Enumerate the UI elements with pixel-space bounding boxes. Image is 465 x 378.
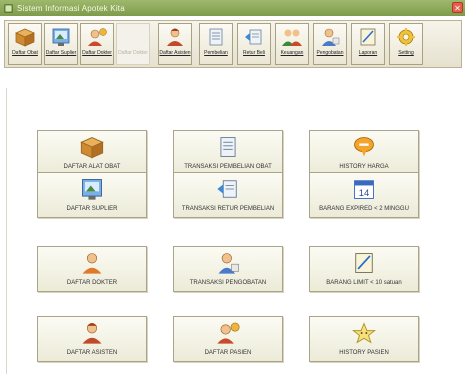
toolbar-daftar-suplier-button[interactable]: Daftar Suplier (44, 23, 78, 65)
toolbar-retur-beli-button[interactable]: Retur Beli (237, 23, 271, 65)
content-divider (6, 88, 7, 374)
tile-label: HISTORY HARGA (339, 164, 389, 170)
assistant-icon (82, 322, 102, 344)
toolbar-label: Setting (398, 50, 414, 56)
tile-daftar-alat-obat[interactable]: DAFTAR ALAT OBAT (37, 130, 147, 176)
toolbar-label: Daftar Dokter (118, 50, 148, 56)
toolbar-daftar-obat-button[interactable]: Daftar Obat (8, 23, 42, 65)
tile-label: HISTORY PASIEN (339, 350, 389, 356)
close-icon: ✕ (454, 4, 461, 13)
patient-icon (217, 322, 240, 344)
tile-label: DAFTAR DOKTER (66, 280, 118, 286)
tile-label: BARANG EXPIRED < 2 MINGGU (319, 206, 409, 212)
doctor-icon (82, 253, 102, 274)
toolbar: Daftar Obat Daftar Suplier Daftar Dokter (4, 20, 462, 68)
tile-label: TRANSAKSI PENGOBATAN (189, 280, 267, 286)
supplier-icon (82, 179, 102, 200)
toolbar-label: Keuangan (280, 50, 304, 56)
tile-label: TRANSAKSI PEMBELIAN OBAT (184, 164, 272, 170)
treatment-icon (218, 253, 239, 274)
toolbar-label: Laporan (358, 50, 378, 56)
tile-daftar-dokter[interactable]: DAFTAR DOKTER (37, 246, 147, 292)
app-window: Sistem Informasi Apotek Kita ✕ Daftar Ob… (0, 0, 465, 378)
tile-history-harga[interactable]: HISTORY HARGA (309, 130, 419, 176)
assistant-icon (167, 28, 183, 46)
tile-transaksi-pembelian-obat[interactable]: TRANSAKSI PEMBELIAN OBAT (173, 130, 283, 176)
medicine-box-icon (80, 137, 104, 159)
tile-transaksi-pengobatan[interactable]: TRANSAKSI PENGOBATAN (173, 246, 283, 292)
tile-label: DAFTAR SUPLIER (66, 206, 118, 212)
gear-icon (397, 28, 415, 46)
return-icon (217, 180, 237, 198)
tile-daftar-suplier[interactable]: DAFTAR SUPLIER (37, 172, 147, 218)
toolbar-pembelian-button[interactable]: Pembelian (199, 23, 233, 65)
toolbar-label: Pembelian (204, 50, 228, 56)
patient-history-icon (351, 322, 377, 344)
tile-label: BARANG LIMIT < 10 satuan (326, 280, 402, 286)
tile-label: DAFTAR ASISTEN (66, 350, 118, 356)
tile-history-pasien[interactable]: HISTORY PASIEN (309, 316, 419, 362)
medicine-box-icon (15, 28, 35, 47)
report-icon (360, 28, 376, 46)
toolbar-laporan-button[interactable]: Laporan (351, 23, 385, 65)
tile-label: DAFTAR ALAT OBAT (63, 164, 121, 170)
doctor-icon (88, 28, 107, 46)
doctor-icon (122, 27, 144, 47)
tile-daftar-pasien[interactable]: DAFTAR PASIEN (173, 316, 283, 362)
toolbar-daftar-asisten-button[interactable]: Daftar Asisten (158, 23, 192, 65)
supplier-icon (52, 28, 70, 46)
toolbar-label: Daftar Suplier (45, 50, 77, 56)
toolbar-pengobatan-button[interactable]: Pengobatan (313, 23, 347, 65)
window-title: Sistem Informasi Apotek Kita (17, 3, 125, 13)
close-button[interactable]: ✕ (452, 2, 463, 13)
toolbar-label: Pengobatan (316, 50, 344, 56)
toolbar-label: Daftar Asisten (159, 50, 191, 56)
title-bar: Sistem Informasi Apotek Kita ✕ (0, 0, 465, 16)
svg-text:14: 14 (359, 188, 370, 199)
purchase-doc-icon (209, 28, 223, 46)
tile-transaksi-retur-pembelian[interactable]: TRANSAKSI RETUR PEMBELIAN (173, 172, 283, 218)
toolbar-daftar-dokter-button[interactable]: Daftar Dokter (80, 23, 114, 65)
tile-daftar-asisten[interactable]: DAFTAR ASISTEN (37, 316, 147, 362)
toolbar-label: Retur Beli (243, 50, 265, 56)
tile-barang-expired[interactable]: 14 BARANG EXPIRED < 2 MINGGU (309, 172, 419, 218)
price-history-icon (354, 137, 374, 157)
toolbar-keuangan-button[interactable]: Keuangan (275, 23, 309, 65)
tile-barang-limit[interactable]: BARANG LIMIT < 10 satuan (309, 246, 419, 292)
tile-label: DAFTAR PASIEN (204, 350, 252, 356)
treatment-icon (322, 28, 340, 46)
app-icon (4, 3, 13, 13)
toolbar-label: Daftar Dokter (82, 50, 112, 56)
purchase-doc-icon (220, 137, 236, 157)
toolbar-daftar-dokter-disabled-button[interactable]: Daftar Dokter (116, 23, 150, 65)
toolbar-setting-button[interactable]: Setting (389, 23, 423, 65)
return-icon (245, 29, 262, 45)
toolbar-label: Daftar Obat (12, 50, 38, 56)
tile-label: TRANSAKSI RETUR PEMBELIAN (181, 206, 275, 212)
limit-note-icon (355, 253, 373, 273)
finance-icon (282, 29, 302, 46)
calendar-icon: 14 (354, 180, 374, 199)
